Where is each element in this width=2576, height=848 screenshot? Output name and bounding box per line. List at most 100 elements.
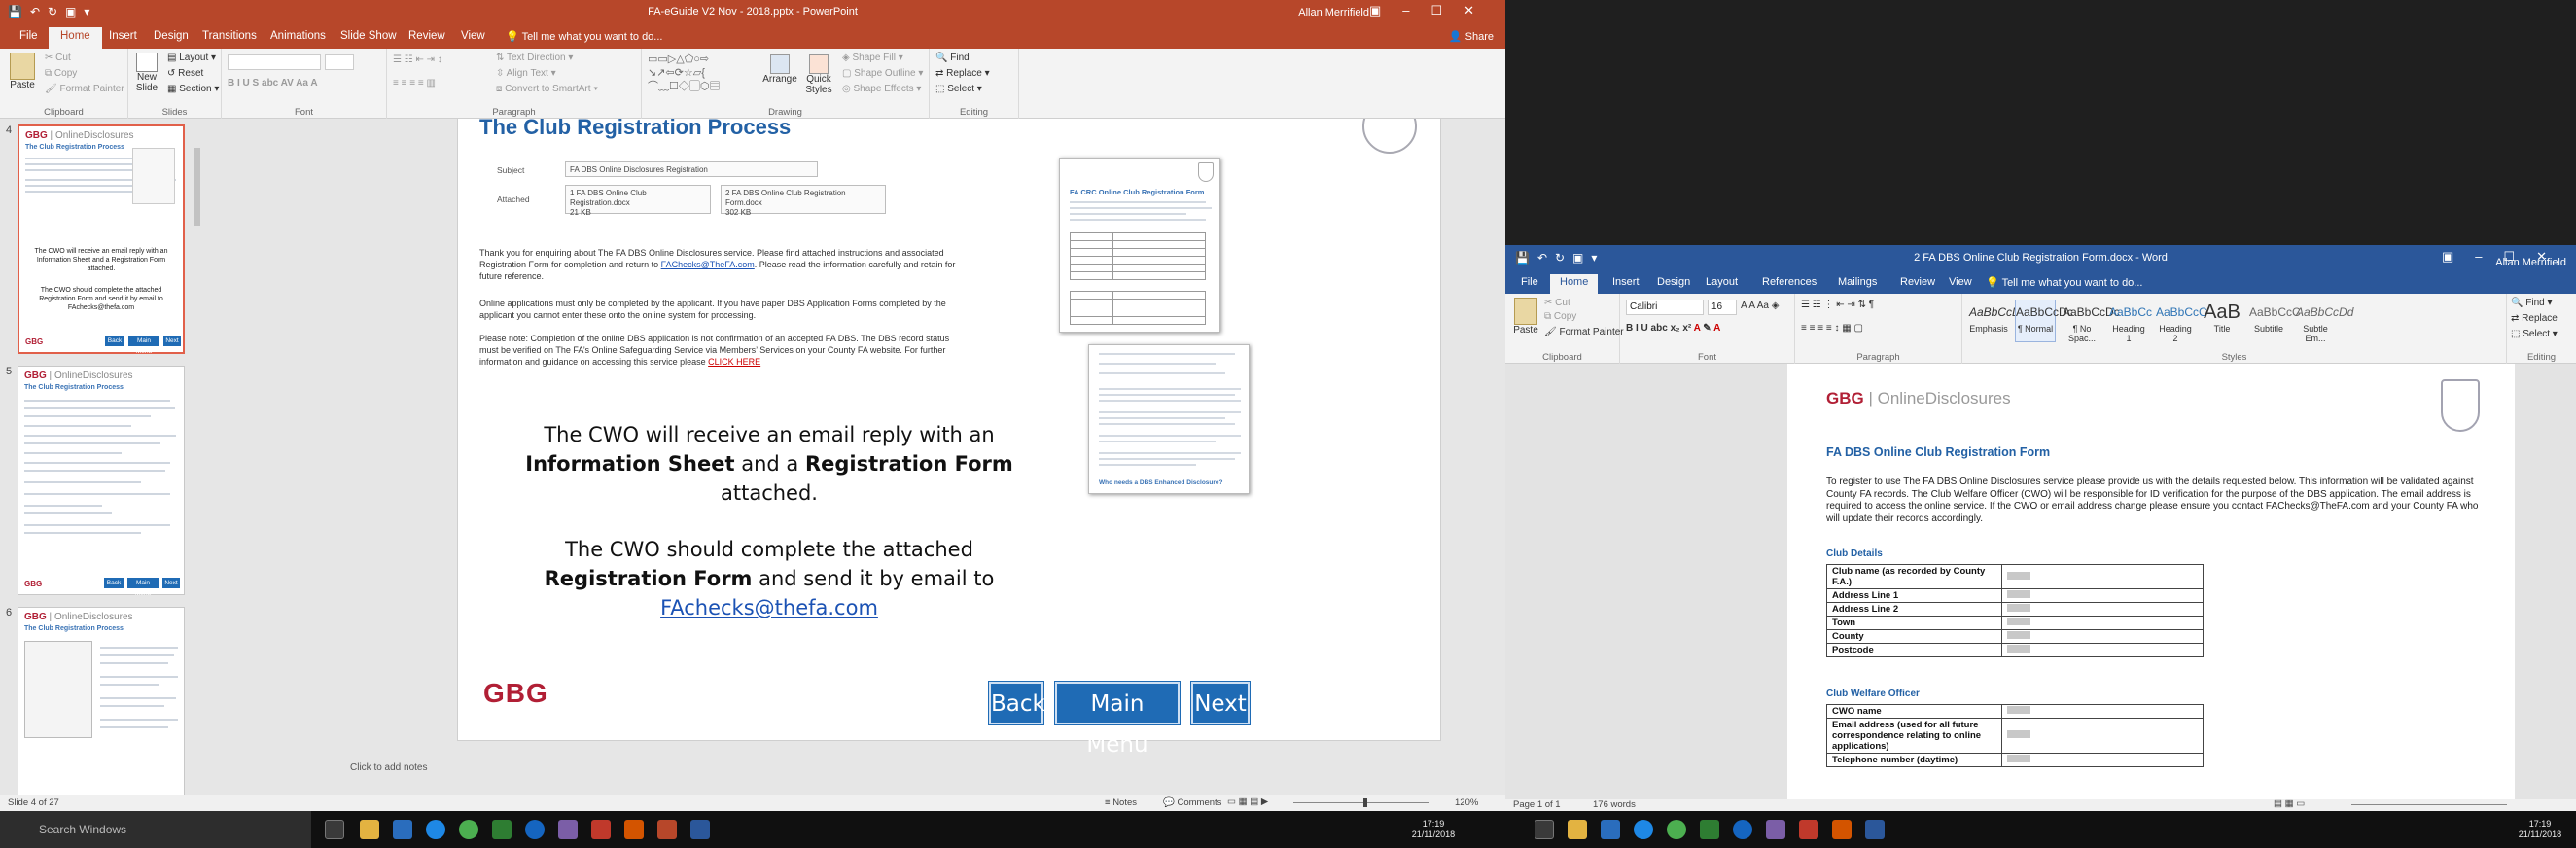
app-icon[interactable]	[591, 820, 611, 839]
registration-form-picture[interactable]: FA CRC Online Club Registration Form	[1059, 158, 1220, 333]
thumbnail-scrollbar[interactable]	[193, 119, 202, 797]
ie-icon[interactable]	[525, 820, 545, 839]
ppt-share-button[interactable]: 👤 Share	[1449, 30, 1494, 43]
current-slide[interactable]: The Club Registration Process Subject FA…	[457, 119, 1441, 758]
word-tell-me[interactable]: 💡 Tell me what you want to do...	[1986, 276, 2142, 289]
ppt-tab-animations[interactable]: Animations	[270, 30, 326, 42]
word-font-size-box[interactable]: 16	[1708, 300, 1737, 315]
powerpoint-taskbar-icon-2[interactable]	[1832, 820, 1852, 839]
powerpoint-active-icon[interactable]	[657, 820, 677, 839]
ppt-zoom-level[interactable]: 120%	[1455, 797, 1478, 808]
taskbar-clock-left[interactable]: 17:19 21/11/2018	[1404, 819, 1463, 840]
edge-icon-2[interactable]	[1634, 820, 1653, 839]
word-list-buttons[interactable]: ☰ ☷ ⋮ ⇤ ⇥ ⇅ ¶	[1801, 300, 1874, 310]
word-tab-home[interactable]: Home	[1550, 274, 1599, 294]
taskbar-clock-right[interactable]: 17:19 21/11/2018	[2511, 819, 2569, 840]
word-style-subtitle[interactable]: AaBbCcC Subtitle	[2248, 300, 2301, 342]
thumbnail-scrollbar-thumb[interactable]	[194, 148, 200, 226]
ppt-zoom-slider-thumb[interactable]	[1363, 798, 1367, 807]
ppt-replace-button[interactable]: ⇄ Replace ▾	[935, 68, 990, 79]
word-tab-view[interactable]: View	[1949, 276, 1972, 288]
ppt-paste-button[interactable]: Paste	[6, 53, 39, 90]
ppt-cut-button[interactable]: ✂ Cut	[45, 53, 71, 63]
table-cell-value[interactable]	[2000, 564, 2205, 589]
email-reply-picture[interactable]: Who needs a DBS Enhanced Disclosure?	[1088, 344, 1250, 494]
ppt-tab-transitions[interactable]: Transitions	[202, 30, 257, 42]
app-icon-2[interactable]	[1799, 820, 1818, 839]
email-faChecks-link[interactable]: FAChecks@TheFA.com	[661, 260, 755, 269]
ppt-tab-insert[interactable]: Insert	[109, 30, 137, 42]
word-font-name-box[interactable]: Calibri	[1626, 300, 1704, 315]
table-cell-value[interactable]	[2000, 643, 2205, 657]
word-format-painter-button[interactable]: 🖌 Format Painter	[1544, 327, 1624, 337]
doc-heading[interactable]: FA DBS Online Club Registration Form	[1826, 445, 2050, 459]
file-explorer-icon-2[interactable]	[1568, 820, 1587, 839]
slide-main-menu-button[interactable]: Main Menu	[1055, 682, 1180, 758]
table-cell-value[interactable]	[2000, 602, 2205, 617]
table-cell-value[interactable]	[2000, 588, 2205, 603]
word-zoom-slider[interactable]	[2351, 804, 2507, 805]
slide-back-button[interactable]: Back	[989, 682, 1045, 724]
ppt-shape-outline-button[interactable]: ▢ Shape Outline ▾	[842, 68, 923, 79]
ppt-shapes-gallery[interactable]: ▭▭▷△⬠○⇨ ↘↗⇦⟳☆▱{⌒﹏☐◇▢⬡▤	[648, 53, 757, 95]
ppt-font-format-row[interactable]: B I U S abc AV Aa A	[228, 78, 318, 88]
word-replace-button[interactable]: ⇄ Replace	[2511, 313, 2558, 324]
statement-2-email-link[interactable]: FAchecks@thefa.com	[660, 596, 878, 619]
word-select-button[interactable]: ⬚ Select ▾	[2511, 329, 2558, 339]
ppt-section-button[interactable]: ▦ Section ▾	[167, 84, 219, 94]
ppt-comments-toggle[interactable]: 💬 Comments	[1163, 797, 1221, 808]
ppt-window-controls[interactable]: ▣–☐✕	[1369, 3, 1496, 18]
onenote-icon-2[interactable]	[1766, 820, 1785, 839]
ppt-view-buttons[interactable]: ▭ ▦ ▤ ▶	[1227, 796, 1268, 807]
ppt-tab-file[interactable]: File	[19, 30, 38, 42]
word-tab-insert[interactable]: Insert	[1612, 276, 1640, 288]
word-style-heading-2[interactable]: AaBbCcC Heading 2	[2155, 300, 2207, 343]
word-style-subtle-emphasis[interactable]: AaBbCcDd Subtle Em...	[2295, 300, 2353, 343]
doc-intro-paragraph[interactable]: To register to use The FA DBS Online Dis…	[1826, 477, 2480, 525]
ppt-tab-review[interactable]: Review	[408, 30, 445, 42]
word-style-no-spacing[interactable]: AaBbCcDc ¶ No Spac...	[2062, 300, 2120, 343]
ppt-tab-home[interactable]: Home	[49, 27, 102, 49]
table-cell-value[interactable]	[2000, 629, 2205, 644]
ppt-tab-design[interactable]: Design	[154, 30, 189, 42]
ppt-copy-button[interactable]: ⧉ Copy	[45, 68, 77, 79]
powerpoint-taskbar-icon[interactable]	[624, 820, 644, 839]
ppt-find-button[interactable]: 🔍 Find	[935, 53, 970, 63]
ppt-select-button[interactable]: ⬚ Select ▾	[935, 84, 982, 94]
table-cell-value[interactable]	[2000, 616, 2205, 630]
slide-thumbnail-4[interactable]: GBG | OnlineDisclosures The Club Registr…	[18, 124, 185, 355]
email-click-here-link[interactable]: CLICK HERE	[708, 357, 760, 367]
table-cell-value[interactable]	[2000, 718, 2205, 754]
taskbar-search-box[interactable]: Search Windows	[0, 811, 311, 848]
ppt-shape-effects-button[interactable]: ◎ Shape Effects ▾	[842, 84, 921, 94]
ppt-text-direction-button[interactable]: ⇅ Text Direction ▾	[496, 53, 573, 63]
table-cell-value[interactable]	[2000, 704, 2205, 719]
excel-icon[interactable]	[492, 820, 512, 839]
ppt-notes-toggle[interactable]: ≡ Notes	[1105, 797, 1137, 808]
ppt-format-painter-button[interactable]: 🖌 Format Painter	[45, 84, 124, 94]
ppt-user-name[interactable]: Allan Merrifield	[1298, 7, 1369, 18]
word-cut-button[interactable]: ✂ Cut	[1544, 298, 1570, 308]
word-paste-button[interactable]: Paste	[1511, 298, 1540, 336]
word-page[interactable]: GBG | OnlineDisclosures FA DBS Online Cl…	[1787, 364, 2515, 799]
edge-icon[interactable]	[426, 820, 445, 839]
word-tab-references[interactable]: References	[1762, 276, 1817, 288]
ppt-tab-slideshow[interactable]: Slide Show	[340, 30, 397, 42]
ppt-reset-button[interactable]: ↺ Reset	[167, 68, 203, 79]
outlook-icon-2[interactable]	[1601, 820, 1620, 839]
word-tab-review[interactable]: Review	[1900, 276, 1935, 288]
word-tab-design[interactable]: Design	[1657, 276, 1690, 288]
ppt-tell-me[interactable]: 💡 Tell me what you want to do...	[506, 30, 662, 43]
word-style-title[interactable]: AaB Title	[2202, 300, 2242, 342]
notes-pane[interactable]: Click to add notes	[202, 760, 1505, 797]
ppt-align-buttons[interactable]: ≡ ≡ ≡ ≡ ▥	[393, 78, 436, 88]
slide-thumbnail-5[interactable]: GBG | OnlineDisclosures The Club Registr…	[18, 366, 185, 597]
word-font-format-row[interactable]: B I U abc x₂ x² A ✎ A	[1626, 323, 1720, 334]
word-style-emphasis[interactable]: AaBbCcDd Emphasis	[1968, 300, 2027, 342]
word-user-name[interactable]: Allan Merrifield	[2495, 257, 2566, 268]
ie-icon-2[interactable]	[1733, 820, 1752, 839]
word-grow-shrink-buttons[interactable]: A A Aa ◈	[1741, 300, 1779, 311]
ppt-layout-button[interactable]: ▤ Layout ▾	[167, 53, 216, 63]
word-style-heading-1[interactable]: AaBbCc Heading 1	[2108, 300, 2152, 343]
excel-icon-2[interactable]	[1700, 820, 1719, 839]
